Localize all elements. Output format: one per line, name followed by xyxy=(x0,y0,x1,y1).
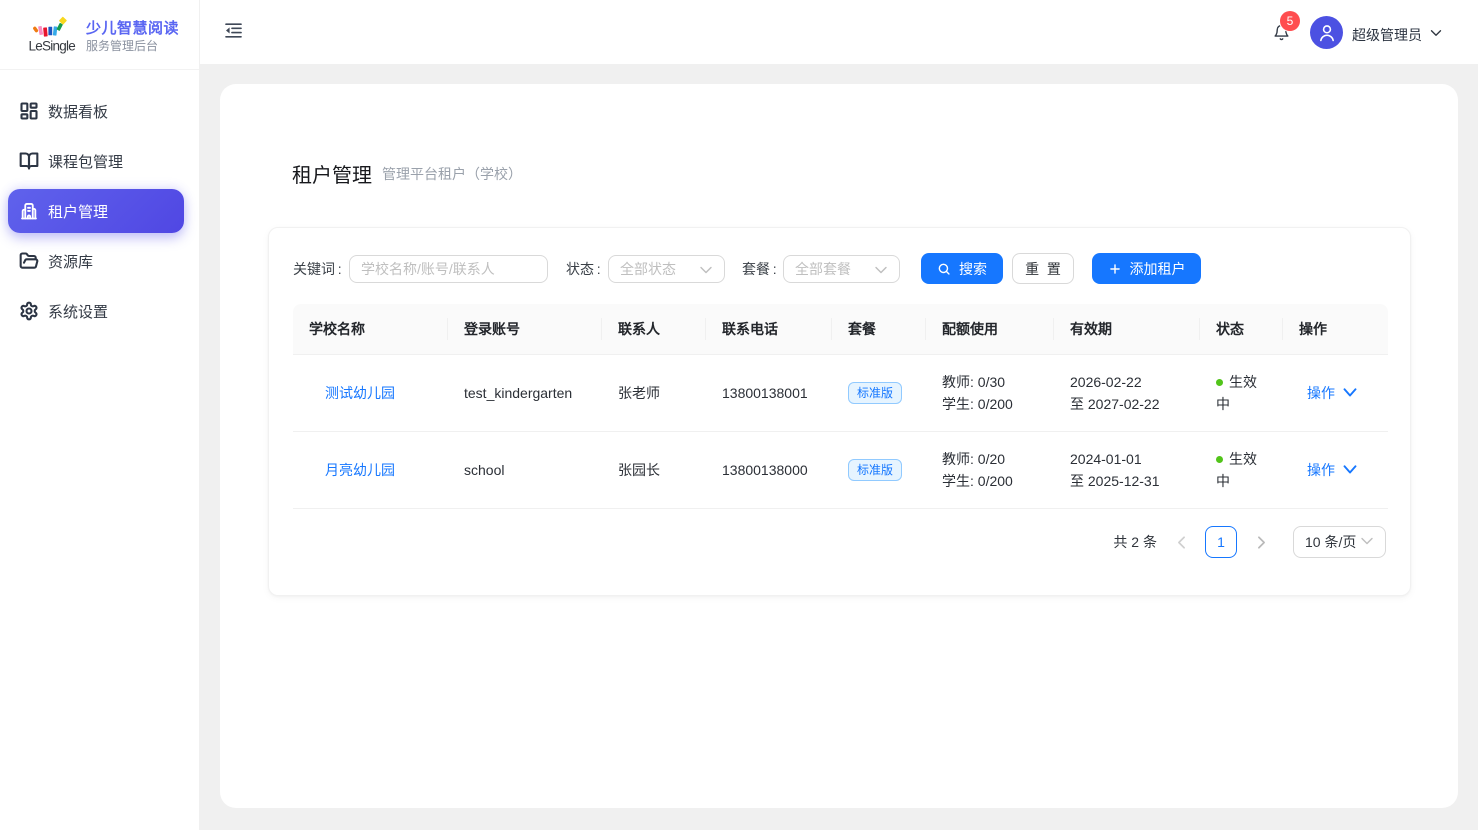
svg-text:LeSingle: LeSingle xyxy=(29,39,76,54)
